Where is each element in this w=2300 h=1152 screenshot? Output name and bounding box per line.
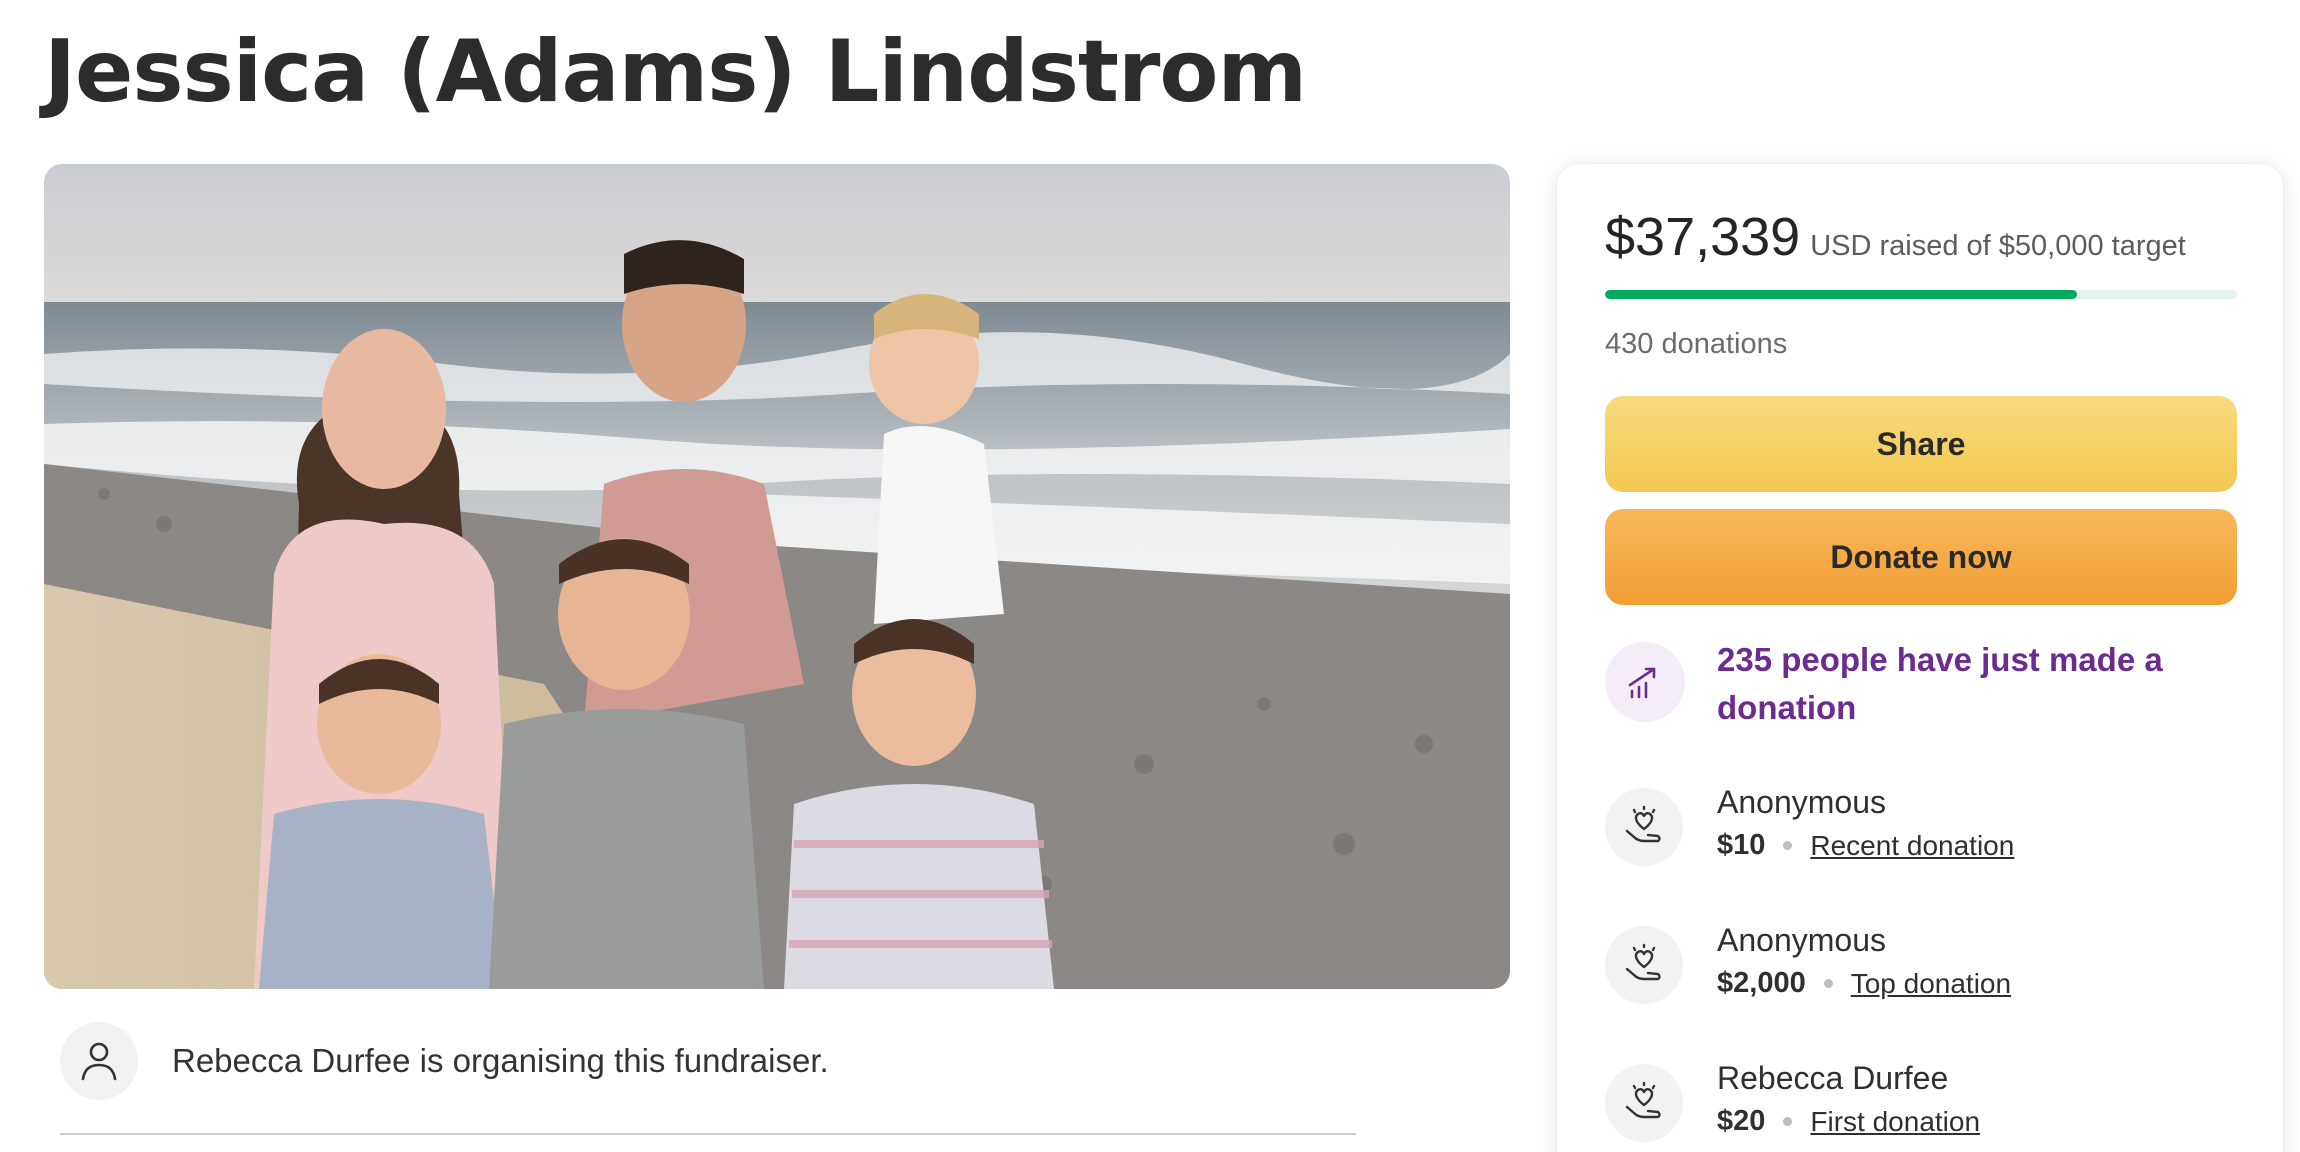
recent-activity: 235 people have just made a donation	[1605, 641, 2177, 732]
donations-count: 430 donations	[1605, 328, 1788, 360]
separator-dot	[1823, 979, 1833, 988]
divider	[60, 1133, 1356, 1135]
raised-amount: $37,339	[1605, 207, 1801, 267]
organiser-text: Rebecca Durfee is organising this fundra…	[172, 1042, 829, 1079]
donor-name: Anonymous	[1717, 784, 1886, 820]
donate-now-button[interactable]: Donate now	[1605, 509, 2237, 605]
progress-bar	[1605, 290, 2237, 299]
share-button[interactable]: Share	[1605, 396, 2237, 492]
page-title: Jessica (Adams) Lindstrom	[44, 22, 1307, 122]
donor-amount: $2,000	[1717, 967, 1806, 999]
hero-photo	[44, 164, 1510, 989]
raised-summary: $37,339 USD raised of $50,000 target	[1605, 206, 2186, 268]
progress-fill	[1605, 290, 2077, 299]
recent-activity-text: 235 people have just made a donation	[1717, 641, 2163, 726]
donation-tag-link[interactable]: First donation	[1810, 1106, 1980, 1138]
heart-hand-icon	[1605, 788, 1683, 866]
separator-dot	[1783, 841, 1793, 850]
person-icon	[60, 1022, 138, 1100]
organiser-row: Rebecca Durfee is organising this fundra…	[60, 1022, 829, 1100]
heart-hand-icon	[1605, 926, 1683, 1004]
donor-name: Rebecca Durfee	[1717, 1060, 1949, 1096]
heart-hand-icon	[1605, 1064, 1683, 1142]
donor-amount: $20	[1717, 1105, 1766, 1137]
separator-dot	[1783, 1117, 1793, 1126]
donor-amount: $10	[1717, 829, 1766, 861]
raised-target: USD raised of $50,000 target	[1810, 230, 2186, 262]
donation-tag-link[interactable]: Recent donation	[1810, 830, 2014, 862]
donor-item: Anonymous $10 Recent donation	[1605, 784, 2014, 866]
donor-item: Anonymous $2,000 Top donation	[1605, 922, 2011, 1004]
donor-item: Rebecca Durfee $20 First donation	[1605, 1060, 1980, 1142]
donation-tag-link[interactable]: Top donation	[1851, 968, 2011, 1000]
donor-name: Anonymous	[1717, 922, 1886, 958]
trending-chart-icon	[1605, 642, 1685, 722]
donation-panel: $37,339 USD raised of $50,000 target 430…	[1557, 164, 2283, 1152]
